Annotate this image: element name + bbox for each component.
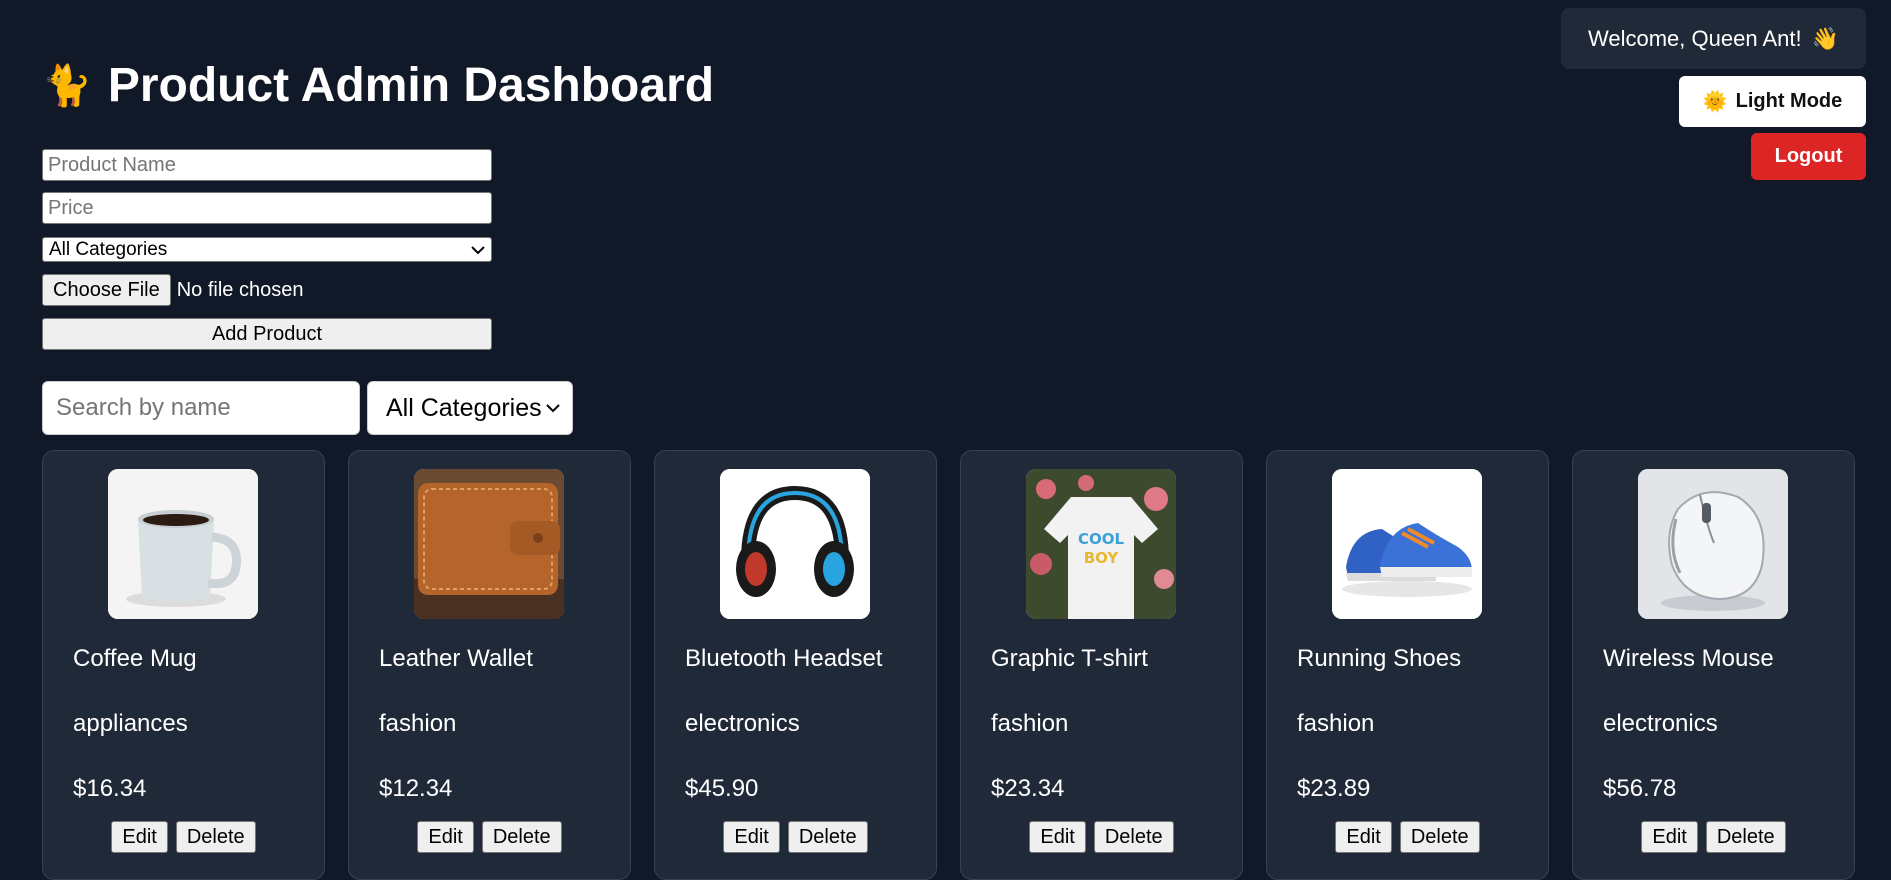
product-price: $16.34 [73,775,147,802]
product-name: Running Shoes [1297,645,1462,672]
product-category: fashion [991,710,1069,737]
light-mode-label: Light Mode [1735,90,1843,112]
chevron-down-icon [471,245,485,254]
bluetooth-headset-image [720,469,870,619]
product-name-input[interactable] [42,149,492,181]
form-category-value: All Categories [49,238,168,260]
delete-button[interactable]: Delete [481,821,562,853]
product-card: Wireless Mouse electronics $56.78 Edit D… [1572,450,1855,880]
product-name: Coffee Mug [73,645,197,672]
delete-button[interactable]: Delete [175,821,256,853]
edit-button[interactable]: Edit [1335,821,1392,853]
delete-button[interactable]: Delete [1093,821,1174,853]
sun-icon: 🌞 [1702,91,1728,113]
category-filter-select[interactable]: All Categories [367,381,573,435]
choose-file-button[interactable]: Choose File [42,274,171,306]
product-price: $56.78 [1603,775,1677,802]
leather-wallet-image [414,469,564,619]
product-actions: Edit Delete [961,821,1242,853]
product-category: fashion [379,710,457,737]
edit-button[interactable]: Edit [417,821,474,853]
product-actions: Edit Delete [43,821,324,853]
delete-button[interactable]: Delete [1705,821,1786,853]
product-name: Bluetooth Headset [685,645,883,672]
product-price: $45.90 [685,775,759,802]
search-input[interactable] [42,381,360,435]
product-card: COOL BOY Graphic T-shirt fashion $23.34 … [960,450,1243,880]
product-actions: Edit Delete [349,821,630,853]
product-category: appliances [73,710,188,737]
page-title-text: Product Admin Dashboard [107,59,715,112]
product-category: electronics [685,710,800,737]
product-name: Wireless Mouse [1603,645,1774,672]
product-card: Coffee Mug appliances $16.34 Edit Delete [42,450,325,880]
page-title: 🐈 Product Admin Dashboard [42,58,714,113]
delete-button[interactable]: Delete [1399,821,1480,853]
coffee-mug-image [108,469,258,619]
chevron-down-icon [546,404,560,413]
product-name: Leather Wallet [379,645,533,672]
welcome-text: Welcome, Queen Ant! [1587,25,1802,51]
product-price: $12.34 [379,775,453,802]
edit-button[interactable]: Edit [1029,821,1086,853]
graphic-tshirt-image: COOL BOY [1026,469,1176,619]
welcome-banner: Welcome, Queen Ant! 👋 [1561,8,1866,69]
edit-button[interactable]: Edit [1641,821,1698,853]
product-card: Running Shoes fashion $23.89 Edit Delete [1266,450,1549,880]
product-name: Graphic T-shirt [991,645,1148,672]
product-price: $23.34 [991,775,1065,802]
edit-button[interactable]: Edit [111,821,168,853]
file-status: No file chosen [176,278,304,301]
product-category: fashion [1297,710,1375,737]
wireless-mouse-image [1638,469,1788,619]
edit-button[interactable]: Edit [723,821,780,853]
delete-button[interactable]: Delete [787,821,868,853]
product-card: Leather Wallet fashion $12.34 Edit Delet… [348,450,631,880]
add-product-button[interactable]: Add Product [42,318,492,350]
product-price: $23.89 [1297,775,1371,802]
product-card: Bluetooth Headset electronics $45.90 Edi… [654,450,937,880]
file-picker: Choose File No file chosen [42,274,303,306]
svg-text:COOL: COOL [1078,530,1125,548]
running-shoes-image [1332,469,1482,619]
product-actions: Edit Delete [1267,821,1548,853]
product-actions: Edit Delete [655,821,936,853]
logout-button[interactable]: Logout [1751,133,1866,180]
product-category: electronics [1603,710,1718,737]
wave-icon: 👋 [1811,25,1839,51]
category-filter-value: All Categories [386,393,542,422]
product-actions: Edit Delete [1573,821,1854,853]
cat-icon: 🐈 [42,64,92,108]
svg-text:BOY: BOY [1084,549,1120,567]
form-category-select[interactable]: All Categories [42,237,492,262]
light-mode-button[interactable]: 🌞 Light Mode [1679,76,1866,127]
price-input[interactable] [42,192,492,224]
